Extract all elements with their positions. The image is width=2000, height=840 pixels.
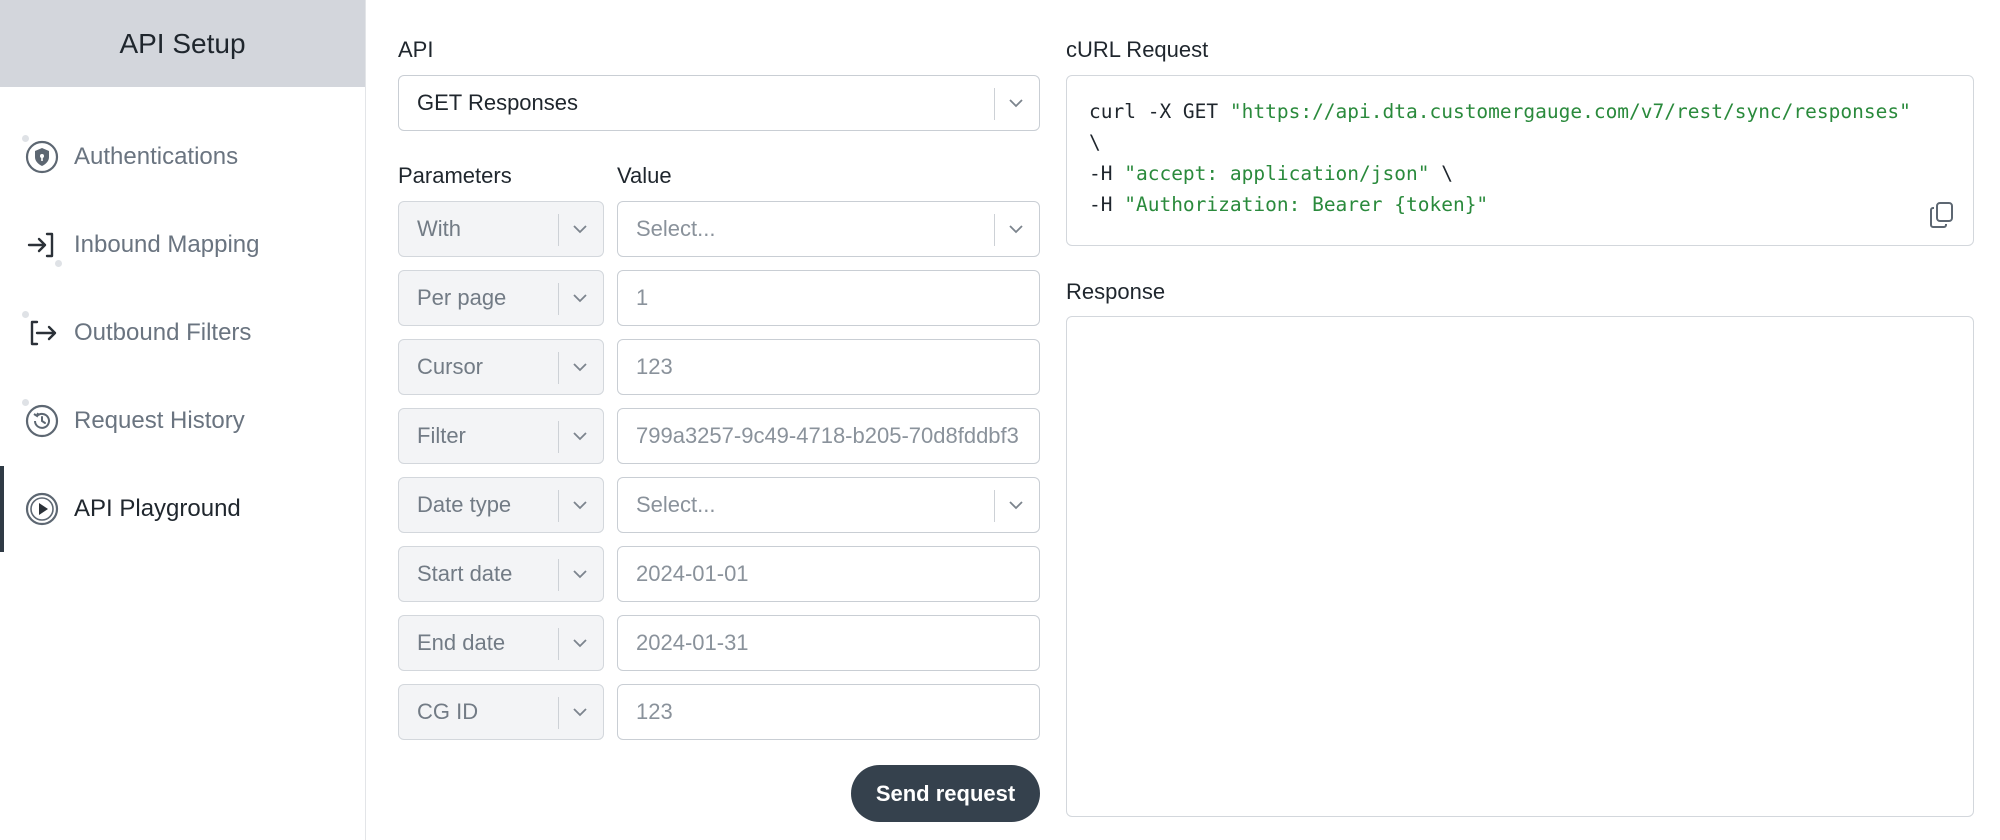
sidebar-item-outbound-filters[interactable]: Outbound Filters: [0, 290, 365, 376]
chevron-down-icon: [1009, 501, 1023, 510]
value-input-per-page[interactable]: 1: [617, 270, 1040, 326]
curl-request-box: curl -X GET "https://api.dta.customergau…: [1066, 75, 1974, 246]
chevron-down-icon: [573, 432, 587, 441]
sidebar-item-inbound-mapping[interactable]: Inbound Mapping: [0, 202, 365, 288]
sidebar-item-api-playground[interactable]: API Playground: [0, 466, 365, 552]
param-select-start-date[interactable]: Start date: [398, 546, 604, 602]
sidebar-item-label: Outbound Filters: [74, 319, 252, 346]
api-label: API: [398, 37, 434, 62]
param-name: Cursor: [417, 354, 484, 379]
param-name: With: [417, 216, 461, 241]
param-select-date-type[interactable]: Date type: [398, 477, 604, 533]
value-text: 123: [636, 699, 673, 724]
response-box: [1066, 316, 1974, 817]
value-text: 2024-01-31: [636, 630, 749, 655]
sidebar-item-request-history[interactable]: Request History: [0, 378, 365, 464]
value-text: 799a3257-9c49-4718-b205-70d8fddbf3(: [636, 423, 1018, 448]
value-input-end-date[interactable]: 2024-01-31: [617, 615, 1040, 671]
api-select[interactable]: GET Responses: [398, 75, 1040, 131]
param-name: End date: [417, 630, 506, 655]
value-text: 2024-01-01: [636, 561, 749, 586]
param-select-with[interactable]: With: [398, 201, 604, 257]
parameters-label: Parameters: [398, 163, 512, 188]
chevron-down-icon: [573, 363, 587, 372]
param-name: Per page: [417, 285, 507, 310]
value-text: 1: [636, 285, 649, 310]
sidebar-item-label: Authentications: [74, 143, 239, 170]
chevron-down-icon: [573, 639, 587, 648]
curl-line-2: \: [1089, 131, 1101, 154]
response-label: Response: [1066, 279, 1166, 304]
history-clock-icon: [22, 399, 60, 439]
value-input-cursor[interactable]: 123: [617, 339, 1040, 395]
sidebar-item-label: API Playground: [74, 495, 241, 522]
chevron-down-icon: [1009, 225, 1023, 234]
param-select-per-page[interactable]: Per page: [398, 270, 604, 326]
value-input-start-date[interactable]: 2024-01-01: [617, 546, 1040, 602]
arrow-into-bracket-icon: [24, 227, 62, 267]
param-select-cg-id[interactable]: CG ID: [398, 684, 604, 740]
value-input-filter[interactable]: 799a3257-9c49-4718-b205-70d8fddbf3(: [617, 408, 1040, 464]
play-circle-icon: [24, 491, 60, 527]
curl-line-3: -H "accept: application/json" \: [1089, 162, 1453, 185]
sidebar: API Setup Authentications Inbound Mappin…: [0, 0, 366, 840]
chevron-down-icon: [573, 225, 587, 234]
param-name: Filter: [417, 423, 466, 448]
curl-label: cURL Request: [1066, 37, 1209, 62]
param-name: Date type: [417, 492, 512, 517]
param-name: Start date: [417, 561, 513, 586]
chevron-down-icon: [573, 294, 587, 303]
value-text: 123: [636, 354, 673, 379]
arrow-out-of-bracket-icon: [22, 311, 60, 351]
shield-icon: [22, 135, 60, 175]
value-select-date-type[interactable]: Select...: [617, 477, 1040, 533]
sidebar-item-label: Inbound Mapping: [74, 231, 260, 258]
value-select-with[interactable]: Select...: [617, 201, 1040, 257]
sidebar-item-label: Request History: [74, 407, 245, 434]
value-label: Value: [617, 163, 672, 188]
chevron-down-icon: [573, 501, 587, 510]
curl-line-1: curl -X GET "https://api.dta.customergau…: [1089, 100, 1911, 123]
value-input-cg-id[interactable]: 123: [617, 684, 1040, 740]
send-request-button[interactable]: Send request: [851, 765, 1040, 822]
param-select-filter[interactable]: Filter: [398, 408, 604, 464]
param-name: CG ID: [417, 699, 479, 724]
chevron-down-icon: [1009, 99, 1023, 108]
value-text: Select...: [636, 216, 716, 241]
value-text: Select...: [636, 492, 716, 517]
sidebar-title: API Setup: [0, 0, 365, 87]
param-select-end-date[interactable]: End date: [398, 615, 604, 671]
api-select-value: GET Responses: [417, 90, 579, 115]
param-select-cursor[interactable]: Cursor: [398, 339, 604, 395]
chevron-down-icon: [573, 570, 587, 579]
sidebar-item-authentications[interactable]: Authentications: [0, 114, 365, 200]
copy-icon[interactable]: [1929, 201, 1955, 229]
chevron-down-icon: [573, 708, 587, 717]
curl-line-4: -H "Authorization: Bearer {token}": [1089, 193, 1489, 216]
